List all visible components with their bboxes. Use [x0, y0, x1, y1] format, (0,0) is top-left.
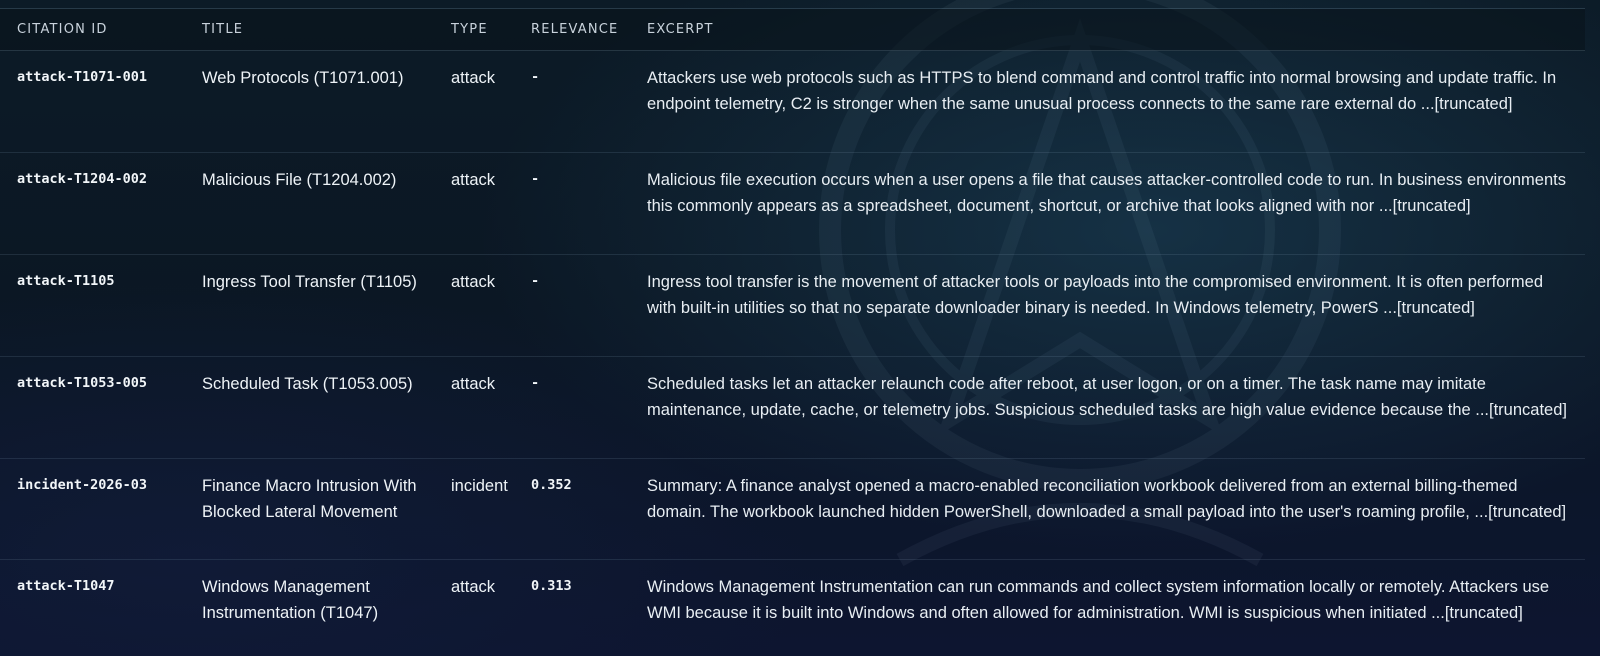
- citation-id-cell: attack-T1071-001: [0, 50, 185, 153]
- type-cell: attack: [434, 356, 514, 459]
- relevance-cell: 0.352: [514, 458, 630, 560]
- relevance-cell: -: [514, 356, 630, 459]
- table-row[interactable]: attack-T1047 Windows Management Instrume…: [0, 559, 1585, 656]
- table-header: CITATION ID TITLE TYPE RELEVANCE EXCERPT: [0, 8, 1585, 51]
- table-row[interactable]: incident-2026-03 Finance Macro Intrusion…: [0, 458, 1585, 560]
- column-header-relevance[interactable]: RELEVANCE: [514, 8, 630, 51]
- relevance-cell: 0.313: [514, 559, 630, 656]
- type-cell: attack: [434, 559, 514, 656]
- citation-id-cell: incident-2026-03: [0, 458, 185, 560]
- column-header-excerpt[interactable]: EXCERPT: [630, 8, 1585, 51]
- excerpt-cell: Scheduled tasks let an attacker relaunch…: [630, 356, 1585, 459]
- citation-id-cell: attack-T1053-005: [0, 356, 185, 459]
- type-cell: incident: [434, 458, 514, 560]
- type-cell: attack: [434, 50, 514, 153]
- relevance-cell: -: [514, 254, 630, 357]
- citation-id-cell: attack-T1047: [0, 559, 185, 656]
- excerpt-cell: Malicious file execution occurs when a u…: [630, 152, 1585, 255]
- citations-table: CITATION ID TITLE TYPE RELEVANCE EXCERPT…: [0, 8, 1585, 656]
- excerpt-cell: Ingress tool transfer is the movement of…: [630, 254, 1585, 357]
- excerpt-cell: Attackers use web protocols such as HTTP…: [630, 50, 1585, 153]
- excerpt-cell: Summary: A finance analyst opened a macr…: [630, 458, 1585, 560]
- header-row: CITATION ID TITLE TYPE RELEVANCE EXCERPT: [0, 8, 1585, 51]
- table-row[interactable]: attack-T1105 Ingress Tool Transfer (T110…: [0, 254, 1585, 357]
- title-cell: Ingress Tool Transfer (T1105): [185, 254, 434, 357]
- citations-table-container: CITATION ID TITLE TYPE RELEVANCE EXCERPT…: [0, 8, 1585, 656]
- relevance-cell: -: [514, 50, 630, 153]
- column-header-title[interactable]: TITLE: [185, 8, 434, 51]
- citation-id-cell: attack-T1105: [0, 254, 185, 357]
- title-cell: Malicious File (T1204.002): [185, 152, 434, 255]
- type-cell: attack: [434, 254, 514, 357]
- title-cell: Scheduled Task (T1053.005): [185, 356, 434, 459]
- column-header-citation-id[interactable]: CITATION ID: [0, 8, 185, 51]
- excerpt-cell: Windows Management Instrumentation can r…: [630, 559, 1585, 656]
- title-cell: Finance Macro Intrusion With Blocked Lat…: [185, 458, 434, 560]
- table-row[interactable]: attack-T1204-002 Malicious File (T1204.0…: [0, 152, 1585, 255]
- type-cell: attack: [434, 152, 514, 255]
- citation-id-cell: attack-T1204-002: [0, 152, 185, 255]
- column-header-type[interactable]: TYPE: [434, 8, 514, 51]
- table-body: attack-T1071-001 Web Protocols (T1071.00…: [0, 50, 1585, 656]
- table-row[interactable]: attack-T1071-001 Web Protocols (T1071.00…: [0, 50, 1585, 153]
- title-cell: Windows Management Instrumentation (T104…: [185, 559, 434, 656]
- relevance-cell: -: [514, 152, 630, 255]
- title-cell: Web Protocols (T1071.001): [185, 50, 434, 153]
- table-row[interactable]: attack-T1053-005 Scheduled Task (T1053.0…: [0, 356, 1585, 459]
